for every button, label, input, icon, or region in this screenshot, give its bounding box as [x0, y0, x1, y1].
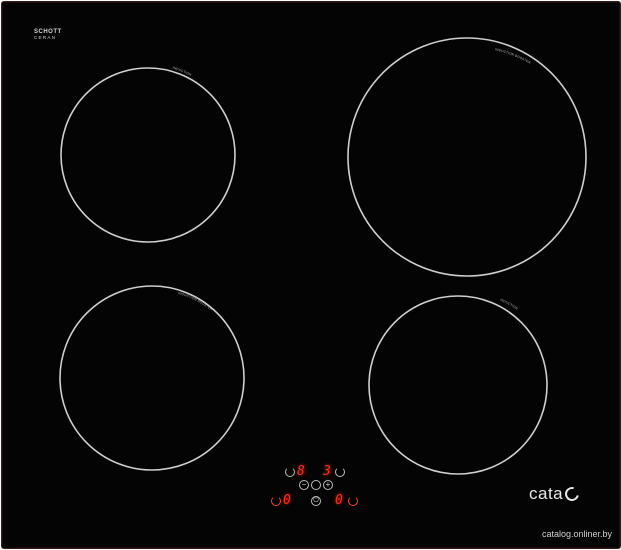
- lock-icon[interactable]: [311, 480, 321, 490]
- rear-left-level: 8: [297, 464, 305, 479]
- brand-mark-icon: [562, 484, 582, 504]
- zone-label-front-left: INDUCTION BOOSTER: [178, 291, 214, 312]
- zone-front-left: [59, 285, 245, 471]
- front-left-select-icon[interactable]: [271, 496, 281, 506]
- plus-button[interactable]: +: [323, 480, 333, 490]
- zone-label-rear-right: INDUCTION BOOSTER: [495, 47, 532, 65]
- minus-button[interactable]: −: [299, 480, 309, 490]
- power-button[interactable]: ⏻: [311, 496, 321, 506]
- zone-front-right: [368, 295, 548, 475]
- brand-logo-text: cata: [529, 484, 564, 503]
- rear-left-select-icon[interactable]: [285, 467, 295, 477]
- touch-control-panel: 8 3 − + 0 ⏻ 0: [271, 460, 367, 520]
- rear-right-level: 3: [323, 464, 331, 479]
- glass-maker-logo: SCHOTT CERAN: [34, 29, 62, 41]
- zone-rear-left: [60, 67, 236, 243]
- front-right-level: 0: [335, 493, 343, 508]
- cooktop-surface: INDUCTION INDUCTION BOOSTER INDUCTION BO…: [1, 1, 621, 549]
- zone-label-front-right: INDUCTION: [500, 298, 520, 311]
- zone-rear-right: [347, 37, 587, 277]
- catalog-watermark: catalog.onliner.by: [541, 529, 612, 539]
- glass-maker-line2: CERAN: [34, 35, 57, 40]
- brand-logo: cata: [529, 484, 582, 504]
- front-right-select-icon[interactable]: [348, 496, 358, 506]
- front-left-level: 0: [283, 493, 291, 508]
- rear-right-select-icon[interactable]: [335, 467, 345, 477]
